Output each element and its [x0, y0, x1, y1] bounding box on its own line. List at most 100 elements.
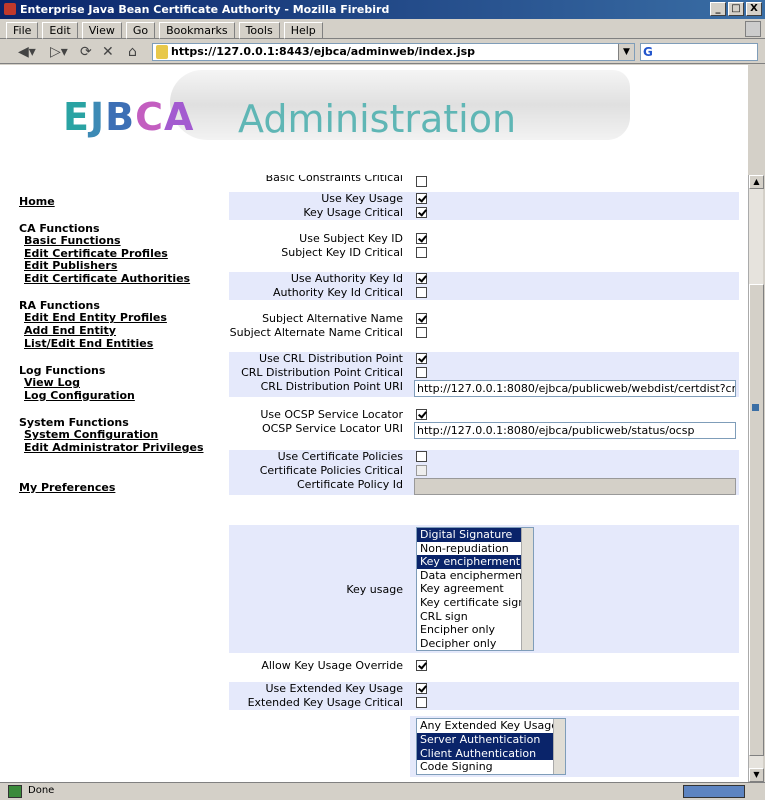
menu-help[interactable]: Help: [283, 22, 323, 39]
sidebar-item-view-log[interactable]: View Log: [24, 377, 229, 390]
logo-letter: E: [63, 95, 90, 139]
key-usage-option[interactable]: CRL sign: [417, 610, 533, 624]
sidebar-item-edit-publishers[interactable]: Edit Publishers: [24, 260, 229, 273]
extended-key-usage-option[interactable]: Code Signing: [417, 760, 565, 774]
allow-key-usage-override-label: Allow Key Usage Override: [261, 659, 403, 673]
menu-edit[interactable]: Edit: [42, 22, 78, 39]
ocsp-service-locator-uri-input[interactable]: http://127.0.0.1:8080/ejbca/publicweb/st…: [414, 422, 736, 439]
crl-distribution-point-critical-checkbox[interactable]: [416, 367, 427, 378]
maximize-button[interactable]: □: [728, 2, 744, 16]
sidebar-item-home[interactable]: Home: [19, 195, 229, 208]
key-usage-option[interactable]: Data encipherment: [417, 569, 533, 583]
menu-file[interactable]: File: [6, 22, 39, 39]
use-key-usage-checkbox[interactable]: [416, 193, 427, 204]
url-bar[interactable]: https://127.0.0.1:8443/ejbca/adminweb/in…: [152, 43, 635, 61]
use-certificate-policies-checkbox[interactable]: [416, 451, 427, 462]
use-extended-key-usage-label: Use Extended Key Usage: [265, 682, 404, 696]
sidebar-item-add-end-entity[interactable]: Add End Entity: [24, 324, 229, 338]
sidebar-item-list-edit-end-entities[interactable]: List/Edit End Entities: [24, 337, 229, 351]
form-row-key-usage-list: Key usage Digital Signature Non-repudiat…: [229, 525, 739, 654]
form-row-extended-key-usage-list: Any Extended Key Usage Server Authentica…: [229, 716, 739, 777]
use-crl-distribution-point-label: Use CRL Distribution Point: [259, 352, 403, 365]
stop-icon[interactable]: ✕: [102, 43, 114, 61]
forward-icon[interactable]: ▷▾: [50, 43, 68, 61]
crl-distribution-point-critical-label: CRL Distribution Point Critical: [241, 366, 403, 379]
key-usage-option[interactable]: Decipher only: [417, 637, 533, 651]
ocsp-service-locator-uri-label: OCSP Service Locator URI: [261, 422, 403, 435]
window-title: Enterprise Java Bean Certificate Authori…: [20, 3, 390, 16]
sidebar-item-my-preferences[interactable]: My Preferences: [19, 481, 229, 494]
key-usage-critical-checkbox[interactable]: [416, 207, 427, 218]
sidebar-item-log-configuration[interactable]: Log Configuration: [24, 389, 229, 403]
subject-alternate-name-critical-checkbox[interactable]: [416, 327, 427, 338]
back-icon[interactable]: ◀▾: [18, 43, 36, 61]
form-spacer: [229, 502, 739, 522]
url-text: https://127.0.0.1:8443/ejbca/adminweb/in…: [171, 45, 476, 58]
status-text: Done: [28, 785, 55, 796]
use-key-usage-label: Use Key Usage: [321, 192, 403, 205]
sidebar-item-edit-administrator-privileges[interactable]: Edit Administrator Privileges: [24, 441, 229, 455]
sidebar-item-edit-certificate-authorities[interactable]: Edit Certificate Authorities: [24, 272, 229, 286]
subject-alternative-name-checkbox[interactable]: [416, 313, 427, 324]
sidebar-item-basic-functions[interactable]: Basic Functions: [24, 234, 229, 248]
crl-distribution-point-uri-input[interactable]: http://127.0.0.1:8080/ejbca/publicweb/we…: [414, 380, 736, 397]
extended-key-usage-option[interactable]: Any Extended Key Usage: [417, 719, 565, 733]
use-certificate-policies-label: Use Certificate Policies: [277, 450, 403, 463]
scroll-down-button[interactable]: ▼: [749, 768, 764, 782]
use-ocsp-service-locator-checkbox[interactable]: [416, 409, 427, 420]
use-extended-key-usage-checkbox[interactable]: [416, 683, 427, 695]
key-usage-option[interactable]: Encipher only: [417, 623, 533, 637]
form-row-authority-key-id: Use Authority Key Id Authority Key Id Cr…: [229, 268, 739, 304]
logo-letter: A: [163, 95, 195, 139]
certificate-policies-critical-label: Certificate Policies Critical: [259, 464, 403, 477]
form-row-basic-constraints: Basic Constraints Critical: [229, 175, 739, 187]
reload-icon[interactable]: ⟳: [80, 43, 92, 61]
use-crl-distribution-point-checkbox[interactable]: [416, 353, 427, 364]
page-scrollbar[interactable]: ▲ ▼: [748, 175, 764, 782]
key-usage-label: Key usage: [346, 582, 403, 596]
menu-go[interactable]: Go: [125, 22, 156, 39]
status-bar: Done: [0, 782, 765, 800]
listbox-scrollbar[interactable]: [521, 528, 533, 651]
scroll-thumb[interactable]: [749, 284, 764, 756]
key-usage-option[interactable]: Key encipherment: [417, 555, 533, 569]
extended-key-usage-option[interactable]: Client Authentication: [417, 746, 565, 761]
key-usage-option[interactable]: Non-repudiation: [417, 542, 533, 556]
menu-bookmarks[interactable]: Bookmarks: [159, 22, 235, 39]
google-search-icon: G: [643, 45, 653, 59]
url-dropdown-icon[interactable]: ▼: [618, 44, 634, 60]
scroll-grip-icon: [752, 404, 759, 411]
close-button[interactable]: X: [746, 2, 762, 16]
extended-key-usage-option[interactable]: Server Authentication: [417, 732, 565, 747]
security-status-icon: [8, 785, 22, 798]
allow-key-usage-override-checkbox[interactable]: [416, 660, 427, 672]
minimize-button[interactable]: _: [710, 2, 726, 16]
form-row-subject-key-id: Use Subject Key ID Subject Key ID Critic…: [229, 227, 739, 265]
window-titlebar: Enterprise Java Bean Certificate Authori…: [0, 0, 765, 19]
menu-tools[interactable]: Tools: [238, 22, 280, 39]
key-usage-option[interactable]: Digital Signature: [417, 528, 533, 542]
certificate-profile-form: Basic Constraints Critical Use Key Usage…: [229, 175, 739, 780]
form-row-allow-override: Allow Key Usage Override: [229, 656, 739, 676]
key-usage-option[interactable]: Key agreement: [417, 582, 533, 596]
subject-key-id-critical-checkbox[interactable]: [416, 247, 427, 258]
listbox-scrollbar[interactable]: [553, 719, 565, 774]
search-field[interactable]: G: [640, 43, 758, 61]
authority-key-id-critical-checkbox[interactable]: [416, 287, 427, 298]
page-title: Administration: [238, 97, 517, 141]
crl-distribution-point-uri-label: CRL Distribution Point URI: [260, 380, 403, 393]
form-row-ocsp: Use OCSP Service Locator OCSP Service Lo…: [229, 404, 739, 443]
use-authority-key-id-checkbox[interactable]: [416, 273, 427, 284]
key-usage-option[interactable]: Key certificate sign: [417, 596, 533, 610]
ejbca-logo: EJBCA: [63, 95, 194, 139]
key-usage-listbox[interactable]: Digital Signature Non-repudiation Key en…: [416, 527, 534, 652]
extended-key-usage-critical-checkbox[interactable]: [416, 697, 427, 709]
use-subject-key-id-label: Use Subject Key ID: [299, 232, 403, 245]
basic-constraints-critical-checkbox[interactable]: [416, 176, 427, 187]
scroll-up-button[interactable]: ▲: [749, 175, 764, 189]
use-subject-key-id-checkbox[interactable]: [416, 233, 427, 244]
extended-key-usage-listbox[interactable]: Any Extended Key Usage Server Authentica…: [416, 718, 566, 775]
home-icon[interactable]: ⌂: [128, 43, 137, 61]
form-row-subject-alt-name: Subject Alternative Name Subject Alterna…: [229, 307, 739, 345]
menu-view[interactable]: View: [81, 22, 122, 39]
